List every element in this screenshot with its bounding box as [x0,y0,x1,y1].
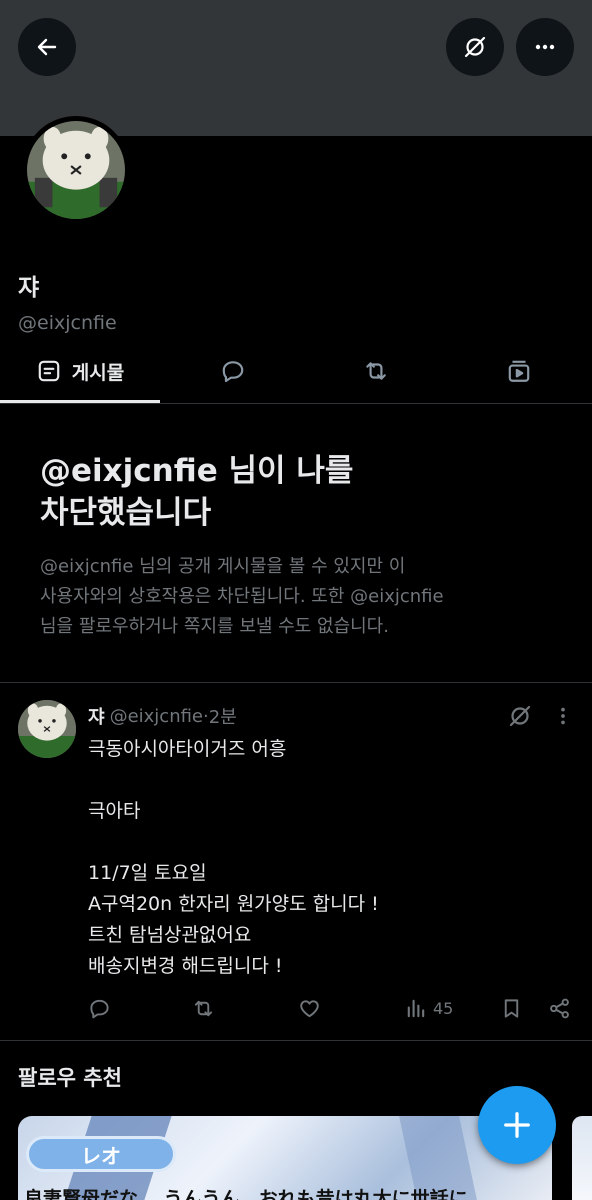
reply-icon [222,361,244,383]
arrow-left-icon [37,38,57,56]
tab-replies[interactable] [160,340,306,402]
repost-icon [194,1000,213,1016]
repost-button[interactable] [192,992,215,1024]
tweet-text: 극동아시아타이거즈 어흥 극아타 11/7일 토요일 A구역20n 한자리 원가… [88,734,568,982]
tweet-line: 극동아시아타이거즈 어흥 [88,738,287,760]
reply-button[interactable] [88,992,111,1024]
suggestion-card-next[interactable] [572,1116,592,1200]
posts-icon [38,360,60,382]
tweet-line: 11/7일 토요일 [88,862,207,884]
blocked-desc-line-1: @eixjcnfie 님의 공개 게시물을 볼 수 있지만 이 [40,556,406,577]
like-button[interactable] [298,992,321,1024]
tab-posts-label: 게시물 [71,361,125,384]
blocked-title: @eixjcnfie 님이 나를 차단했습니다 [40,450,540,534]
profile-tabs: 게시물 [0,340,592,404]
views-button[interactable]: 45 [404,992,453,1024]
tweet-more-icon[interactable] [552,704,574,728]
tweet-line [88,765,568,796]
share-button[interactable] [548,992,571,1024]
tab-posts[interactable]: 게시물 [0,340,160,403]
views-count: 45 [433,998,454,1018]
profile-display-name: 쟈 [18,275,40,301]
blocked-desc-line-2: 사용자와의 상호작용은 차단됩니다. 또한 @eixjcnfie [40,586,444,607]
blocked-title-line-2: 차단했습니다 [40,495,212,531]
tweet-actions: 45 [88,992,578,1024]
tweet-author-handle[interactable]: @eixjcnfie [110,706,203,727]
tweet-author-name[interactable]: 쟈 [88,703,105,729]
grok-icon[interactable] [508,704,532,728]
heart-icon [300,999,319,1017]
profile-avatar[interactable] [22,116,130,224]
follow-suggestions-title: 팔로우 추천 [18,1066,122,1090]
back-button[interactable] [18,18,76,76]
compose-button[interactable] [478,1086,556,1164]
avatar-image [18,700,76,758]
tweet-line: 배송지변경 해드립니다 ! [88,955,283,977]
media-icon [508,360,530,382]
share-icon [550,998,569,1018]
tweet-line [88,827,568,858]
reply-icon [90,999,109,1018]
profile-banner [0,0,592,136]
repost-icon [366,362,386,380]
suggestion-card[interactable]: レオ 良妻賢母だな… うんうん、おれも昔は丸太に世話に [18,1116,552,1200]
tab-reposts[interactable] [306,340,446,402]
bookmark-button[interactable] [500,992,523,1024]
tweet-header: 쟈 @eixjcnfie · 2분 [88,702,237,730]
tab-media[interactable] [446,340,592,402]
plus-icon [504,1112,530,1138]
tab-selected-indicator [0,400,160,403]
divider [0,682,592,683]
profile-handle: @eixjcnfie [18,312,117,334]
grok-button[interactable] [446,18,504,76]
blocked-desc-line-3: 님을 팔로우하거나 쪽지를 보낼 수도 없습니다. [40,616,389,637]
tweet-line: A구역20n 한자리 원가양도 합니다 ! [88,893,379,915]
tweet-avatar[interactable] [18,700,76,758]
blocked-description: @eixjcnfie 님의 공개 게시물을 볼 수 있지만 이 사용자와의 상호… [40,552,540,642]
more-icon [535,44,555,50]
grok-icon [464,36,486,58]
bookmark-icon [504,998,519,1018]
avatar-image [27,121,125,219]
tweet-line: 극아타 [88,800,141,822]
more-options-button[interactable] [516,18,574,76]
divider [0,1040,592,1041]
tweet-timestamp[interactable]: 2분 [209,703,237,729]
blocked-title-line-1: @eixjcnfie 님이 나를 [40,453,354,489]
views-icon [407,999,425,1017]
card-badge: レオ [26,1136,176,1172]
card-caption: 良妻賢母だな… うんうん、おれも昔は丸太に世話に [24,1188,468,1200]
tweet-line: 트친 탐넘상관없어요 [88,924,252,946]
